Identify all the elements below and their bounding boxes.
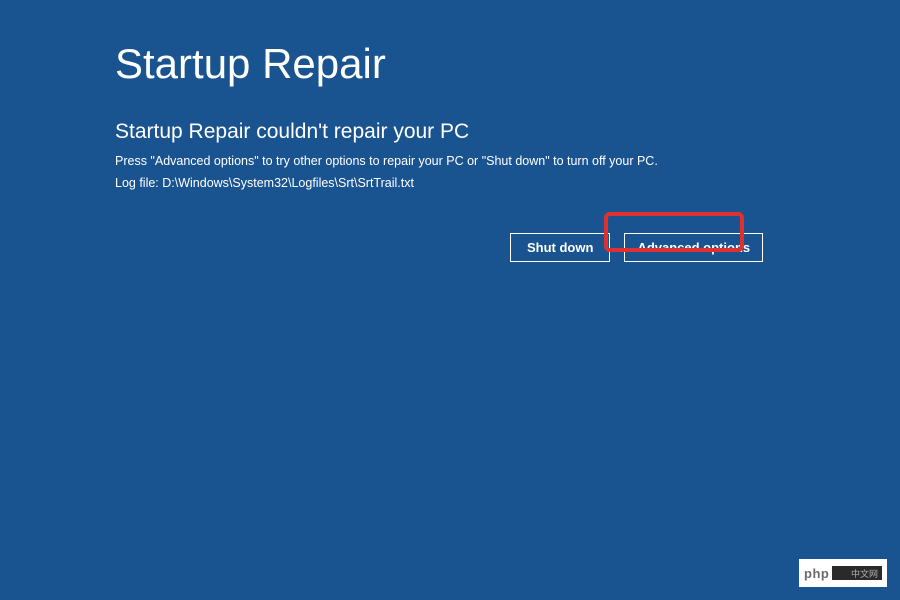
shutdown-button[interactable]: Shut down <box>510 233 610 262</box>
status-message: Startup Repair couldn't repair your PC <box>115 120 900 144</box>
button-row: Shut down Advanced options <box>510 233 900 262</box>
watermark: php 中文网 <box>799 559 887 587</box>
watermark-suffix: 中文网 <box>832 566 882 580</box>
page-title: Startup Repair <box>115 40 900 88</box>
logfile-path: Log file: D:\Windows\System32\Logfiles\S… <box>115 174 900 193</box>
watermark-text: php <box>804 566 829 581</box>
main-content: Startup Repair Startup Repair couldn't r… <box>0 0 900 262</box>
advanced-options-button[interactable]: Advanced options <box>624 233 763 262</box>
instruction-text: Press "Advanced options" to try other op… <box>115 152 900 171</box>
